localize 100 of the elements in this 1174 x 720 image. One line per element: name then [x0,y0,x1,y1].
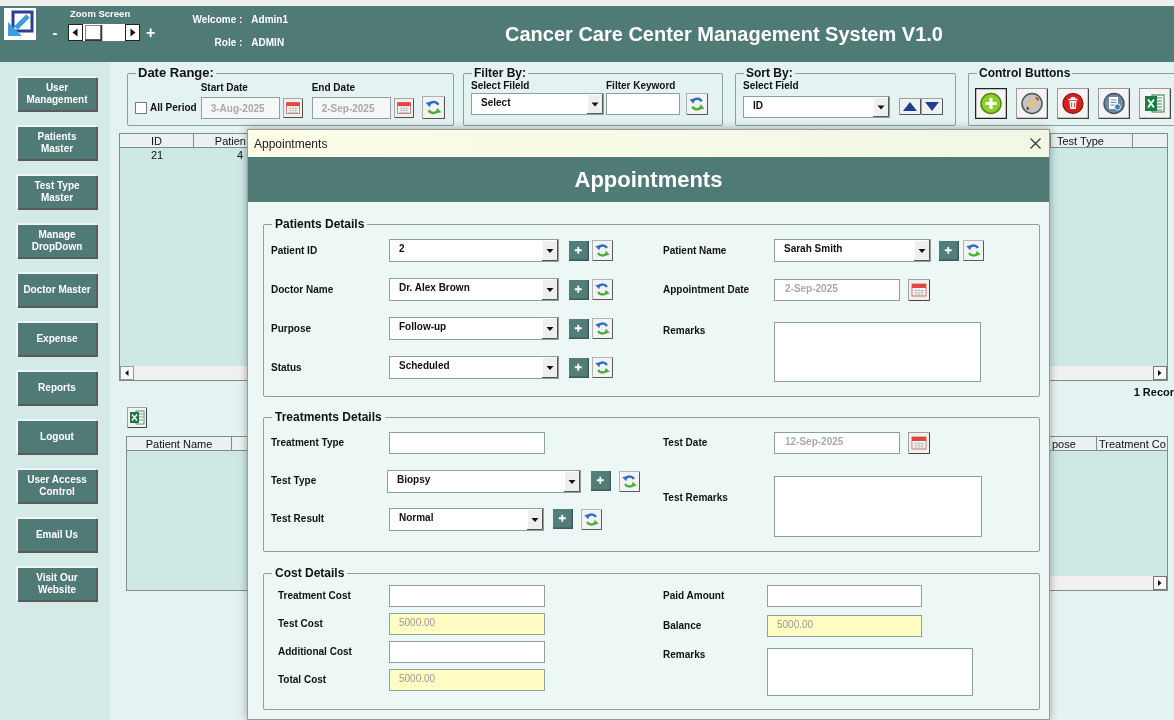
dropdown-arrow-icon[interactable] [542,240,558,261]
plus-icon[interactable] [939,240,959,261]
text-field[interactable]: 5000.00 [389,669,545,691]
refresh-icon[interactable] [421,96,445,119]
group-title: Date Range: [138,66,214,80]
zoom-in-button[interactable]: + [146,24,156,41]
sidebar-button[interactable]: Patients Master [16,125,96,159]
horizontal-scrollbar[interactable] [1050,366,1167,380]
spreadsheet-icon[interactable] [127,407,147,428]
calendar-icon[interactable] [393,97,414,119]
text-field[interactable] [389,641,545,663]
refresh-icon[interactable] [619,470,640,492]
text-area[interactable] [774,322,981,382]
down-triangle-icon[interactable] [921,98,943,115]
sidebar-button[interactable]: Manage DropDown [16,223,96,257]
record-count: 1 Recor [1133,386,1174,398]
dropdown-arrow-icon[interactable] [587,94,603,114]
app-title: Cancer Care Center Management System V1.0 [505,22,943,46]
group-title: Filter By: [474,66,526,80]
sidebar-button[interactable]: Test Type Master [16,174,96,208]
zoom-out-button[interactable]: - [50,24,60,41]
refresh-icon[interactable] [963,240,984,261]
sidebar-button[interactable]: User Access Control [16,468,96,502]
dropdown[interactable]: 2 [389,239,559,262]
field-label: Test Type [271,475,317,487]
up-triangle-icon[interactable] [899,98,921,115]
sidebar-button[interactable]: Logout [16,419,96,453]
user-info-label: Welcome : [192,14,243,26]
sidebar-button[interactable]: Email Us [16,517,96,551]
field-label: Test Result [271,513,325,525]
refresh-icon[interactable] [686,93,708,115]
dropdown-arrow-icon[interactable] [527,508,543,530]
refresh-icon[interactable] [592,318,613,339]
checkbox[interactable] [135,102,147,114]
plus-icon[interactable] [591,471,611,491]
dropdown[interactable]: Scheduled [389,356,559,379]
refresh-icon[interactable] [592,279,613,300]
sidebar-button[interactable]: Visit Our Website [16,566,96,600]
dropdown-arrow-icon[interactable] [564,470,580,492]
field-label: Select Fileld [471,80,531,92]
calendar-icon[interactable] [908,278,930,301]
field-label: Test Cost [278,618,323,630]
dropdown[interactable]: Biopsy [387,469,581,493]
field-label: Additional Cost [278,646,352,658]
field-label: Test Date [663,437,708,449]
group-title: Treatments Details [275,410,382,424]
dropdown[interactable]: Dr. Alex Brown [389,278,559,301]
pencil-icon[interactable] [1016,88,1048,119]
close-icon[interactable] [1030,138,1041,149]
dialog-heading: Appointments [248,157,1049,202]
group-title: Control Buttons [979,66,1071,80]
column-header: Treatment Co [1098,437,1167,450]
sidebar-button[interactable]: User Management [16,76,96,110]
field-label: Balance [663,620,702,632]
user-info-value: ADMIN [251,37,286,49]
refresh-icon[interactable] [592,240,613,261]
dropdown-arrow-icon[interactable] [542,279,558,300]
group-title: Cost Details [275,566,345,580]
text-area[interactable] [774,476,982,537]
text-area[interactable] [767,648,973,696]
document-icon[interactable] [1098,88,1130,119]
calendar-icon[interactable] [282,97,303,119]
sidebar-button[interactable]: Reports [16,370,96,404]
dropdown-arrow-icon[interactable] [542,318,558,339]
field-label: Doctor Name [271,283,334,296]
field-label: Treatment Cost [278,590,351,602]
zoom-scrollbar[interactable] [68,24,140,41]
plus-icon[interactable] [569,279,589,300]
dropdown[interactable]: Sarah Smith [774,239,931,262]
spreadsheet-icon[interactable] [1139,88,1171,119]
sidebar-button[interactable]: Doctor Master [16,272,96,306]
dropdown-arrow-icon[interactable] [542,357,558,378]
text-field[interactable] [389,432,545,454]
dropdown-arrow-icon[interactable] [873,97,889,117]
field-label: Select Field [743,80,800,92]
refresh-icon[interactable] [581,508,602,530]
horizontal-scrollbar[interactable] [1050,576,1167,590]
refresh-icon[interactable] [592,357,613,378]
plus-icon[interactable] [569,240,589,261]
field-label: Remarks [663,649,706,661]
calendar-icon[interactable] [908,432,930,454]
text-field[interactable] [767,585,922,607]
text-field[interactable]: 5000.00 [767,615,922,637]
plus-icon[interactable] [569,357,589,378]
plus-icon[interactable] [569,318,589,339]
horizontal-scrollbar[interactable] [120,366,247,380]
field-label: Paid Amount [663,590,725,602]
dropdown[interactable]: ID [743,96,890,118]
text-field[interactable]: 5000.00 [389,613,545,635]
dropdown[interactable]: Normal [389,507,544,531]
text-field[interactable] [389,585,545,607]
trash-icon[interactable] [1057,88,1089,119]
text-field[interactable] [606,93,680,115]
plus-icon[interactable] [553,509,573,529]
user-info-value: Admin1 [251,14,288,26]
dropdown[interactable]: Select [471,93,604,115]
dropdown[interactable]: Follow-up [389,317,559,340]
column-header: Patien [213,134,247,147]
dropdown-arrow-icon[interactable] [914,240,930,261]
sidebar-button[interactable]: Expense [16,321,96,355]
